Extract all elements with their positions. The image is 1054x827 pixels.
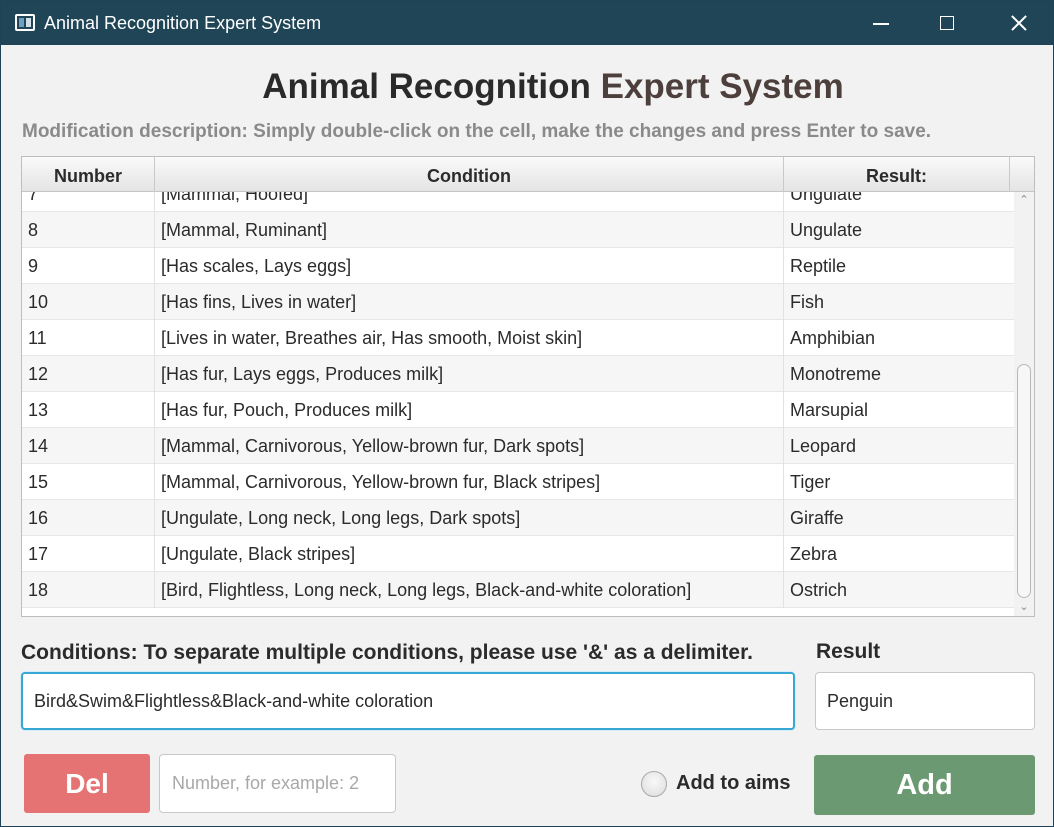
close-button[interactable] bbox=[989, 1, 1047, 45]
table-row[interactable]: 8 [Mammal, Ruminant] Ungulate bbox=[22, 212, 1014, 248]
cell-condition[interactable]: [Has fins, Lives in water] bbox=[155, 284, 784, 320]
result-input[interactable] bbox=[815, 672, 1035, 730]
table-row[interactable]: 10 [Has fins, Lives in water] Fish bbox=[22, 284, 1014, 320]
conditions-label: Conditions: To separate multiple conditi… bbox=[21, 641, 753, 664]
app-icon bbox=[15, 14, 35, 31]
table-row[interactable]: 16 [Ungulate, Long neck, Long legs, Dark … bbox=[22, 500, 1014, 536]
cell-number[interactable]: 18 bbox=[22, 572, 155, 608]
table-row[interactable]: 7 [Mammal, Hoofed] Ungulate bbox=[22, 192, 1014, 212]
title-bar[interactable]: Animal Recognition Expert System bbox=[1, 1, 1053, 45]
cell-result[interactable]: Reptile bbox=[784, 248, 1014, 284]
column-header-number[interactable]: Number bbox=[22, 157, 155, 192]
table-header: Number Condition Result: bbox=[22, 157, 1034, 192]
cell-number[interactable]: 12 bbox=[22, 356, 155, 392]
table-row[interactable]: 17 [Ungulate, Black stripes] Zebra bbox=[22, 536, 1014, 572]
cell-result[interactable]: Marsupial bbox=[784, 392, 1014, 428]
page-title-part1: Animal Recognition bbox=[262, 67, 591, 106]
cell-number[interactable]: 17 bbox=[22, 536, 155, 572]
cell-number[interactable]: 10 bbox=[22, 284, 155, 320]
table-row[interactable]: 13 [Has fur, Pouch, Produces milk] Marsupi… bbox=[22, 392, 1014, 428]
column-header-condition[interactable]: Condition bbox=[155, 157, 784, 192]
maximize-icon bbox=[940, 16, 954, 30]
minimize-icon bbox=[873, 23, 889, 25]
column-header-corner bbox=[1010, 157, 1034, 192]
cell-result[interactable]: Amphibian bbox=[784, 320, 1014, 356]
cell-condition[interactable]: [Mammal, Carnivorous, Yellow-brown fur, … bbox=[155, 428, 784, 464]
cell-number[interactable]: 7 bbox=[22, 192, 155, 212]
cell-condition[interactable]: [Mammal, Ruminant] bbox=[155, 212, 784, 248]
cell-number[interactable]: 9 bbox=[22, 248, 155, 284]
window-title: Animal Recognition Expert System bbox=[44, 13, 322, 33]
rules-table: Number Condition Result: 7 [Mammal, Hoofe… bbox=[21, 156, 1035, 617]
table-body: 7 [Mammal, Hoofed] Ungulate 8 [Mammal, Rumin… bbox=[22, 192, 1014, 616]
maximize-button[interactable] bbox=[918, 1, 976, 45]
cell-result[interactable]: Leopard bbox=[784, 428, 1014, 464]
table-rows: 7 [Mammal, Hoofed] Ungulate 8 [Mammal, Rumin… bbox=[22, 192, 1014, 608]
table-row[interactable]: 12 [Has fur, Lays eggs, Produces milk] Mon… bbox=[22, 356, 1014, 392]
cell-result[interactable]: Ungulate bbox=[784, 212, 1014, 248]
cell-number[interactable]: 14 bbox=[22, 428, 155, 464]
vertical-scrollbar[interactable]: ⌃ ⌄ bbox=[1014, 192, 1034, 616]
page-title: Animal Recognition Expert System bbox=[1, 67, 1054, 107]
cell-condition[interactable]: [Bird, Flightless, Long neck, Long legs,… bbox=[155, 572, 784, 608]
cell-condition[interactable]: [Ungulate, Black stripes] bbox=[155, 536, 784, 572]
del-button[interactable]: Del bbox=[24, 754, 150, 813]
cell-condition[interactable]: [Ungulate, Long neck, Long legs, Dark sp… bbox=[155, 500, 784, 536]
cell-result[interactable]: Zebra bbox=[784, 536, 1014, 572]
column-header-result[interactable]: Result: bbox=[784, 157, 1010, 192]
add-to-aims-label[interactable]: Add to aims bbox=[676, 772, 790, 795]
cell-condition[interactable]: [Lives in water, Breathes air, Has smoot… bbox=[155, 320, 784, 356]
number-input[interactable] bbox=[159, 754, 396, 813]
cell-number[interactable]: 11 bbox=[22, 320, 155, 356]
table-row[interactable]: 14 [Mammal, Carnivorous, Yellow-brown fur… bbox=[22, 428, 1014, 464]
table-row[interactable]: 11 [Lives in water, Breathes air, Has smo… bbox=[22, 320, 1014, 356]
modification-description: Modification description: Simply double-… bbox=[22, 121, 932, 142]
table-row[interactable]: 9 [Has scales, Lays eggs] Reptile bbox=[22, 248, 1014, 284]
cell-result[interactable]: Ostrich bbox=[784, 572, 1014, 608]
scroll-up-icon[interactable]: ⌃ bbox=[1019, 195, 1029, 206]
cell-result[interactable]: Tiger bbox=[784, 464, 1014, 500]
minimize-button[interactable] bbox=[851, 1, 909, 45]
cell-condition[interactable]: [Mammal, Hoofed] bbox=[155, 192, 784, 212]
cell-number[interactable]: 13 bbox=[22, 392, 155, 428]
table-row[interactable]: 15 [Mammal, Carnivorous, Yellow-brown fur… bbox=[22, 464, 1014, 500]
cell-condition[interactable]: [Mammal, Carnivorous, Yellow-brown fur, … bbox=[155, 464, 784, 500]
cell-result[interactable]: Monotreme bbox=[784, 356, 1014, 392]
app-window: Animal Recognition Expert System Animal … bbox=[0, 0, 1054, 827]
result-label: Result bbox=[816, 640, 881, 663]
cell-number[interactable]: 15 bbox=[22, 464, 155, 500]
cell-condition[interactable]: [Has scales, Lays eggs] bbox=[155, 248, 784, 284]
cell-number[interactable]: 16 bbox=[22, 500, 155, 536]
cell-result[interactable]: Fish bbox=[784, 284, 1014, 320]
cell-condition[interactable]: [Has fur, Pouch, Produces milk] bbox=[155, 392, 784, 428]
page-title-part2: Expert System bbox=[600, 67, 844, 106]
table-row[interactable]: 18 [Bird, Flightless, Long neck, Long leg… bbox=[22, 572, 1014, 608]
add-to-aims-radio[interactable] bbox=[641, 771, 667, 797]
conditions-input[interactable] bbox=[21, 672, 795, 730]
cell-number[interactable]: 8 bbox=[22, 212, 155, 248]
scroll-down-icon[interactable]: ⌄ bbox=[1019, 602, 1029, 613]
add-button[interactable]: Add bbox=[814, 755, 1035, 815]
cell-condition[interactable]: [Has fur, Lays eggs, Produces milk] bbox=[155, 356, 784, 392]
scrollbar-thumb[interactable] bbox=[1017, 364, 1031, 598]
cell-result[interactable]: Giraffe bbox=[784, 500, 1014, 536]
cell-result[interactable]: Ungulate bbox=[784, 192, 1014, 212]
